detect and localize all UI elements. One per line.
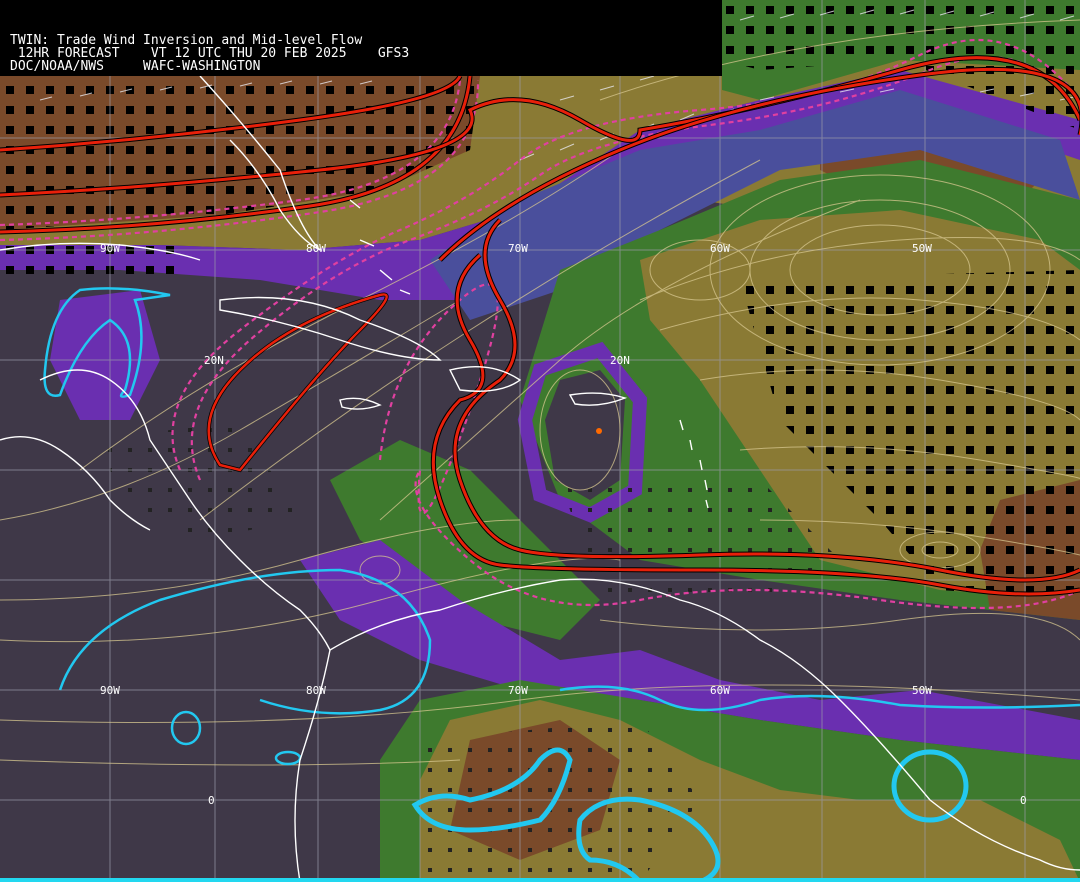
gulf-purple — [50, 290, 160, 420]
bottom-edge-bar — [0, 878, 1080, 882]
forecast-map-canvas: 90W 80W 70W 60W 50W 20N 20N 0 0 90W 80W … — [0, 0, 1080, 882]
lon-label-80w-lower: 80W — [306, 684, 326, 697]
lon-label-90w-upper: 90W — [100, 242, 120, 255]
lat-label-0-west: 0 — [208, 794, 215, 807]
lon-label-50w-upper: 50W — [912, 242, 932, 255]
map-header: TWIN: Trade Wind Inversion and Mid-level… — [0, 0, 722, 76]
lon-label-50w-lower: 50W — [912, 684, 932, 697]
lat-label-20n-east: 20N — [610, 354, 630, 367]
lon-label-80w-upper: 80W — [306, 242, 326, 255]
location-marker — [596, 428, 602, 434]
lon-label-60w-upper: 60W — [710, 242, 730, 255]
lon-label-60w-lower: 60W — [710, 684, 730, 697]
lon-label-90w-lower: 90W — [100, 684, 120, 697]
weather-map: 90W 80W 70W 60W 50W 20N 20N 0 0 90W 80W … — [0, 0, 1080, 882]
lon-label-70w-lower: 70W — [508, 684, 528, 697]
lat-label-0-east: 0 — [1020, 794, 1027, 807]
cuba — [219, 296, 442, 361]
agency-credit: DOC/NOAA/NWS WAFC-WASHINGTON — [10, 59, 261, 74]
lon-label-70w-upper: 70W — [508, 242, 528, 255]
lat-label-20n-west: 20N — [204, 354, 224, 367]
